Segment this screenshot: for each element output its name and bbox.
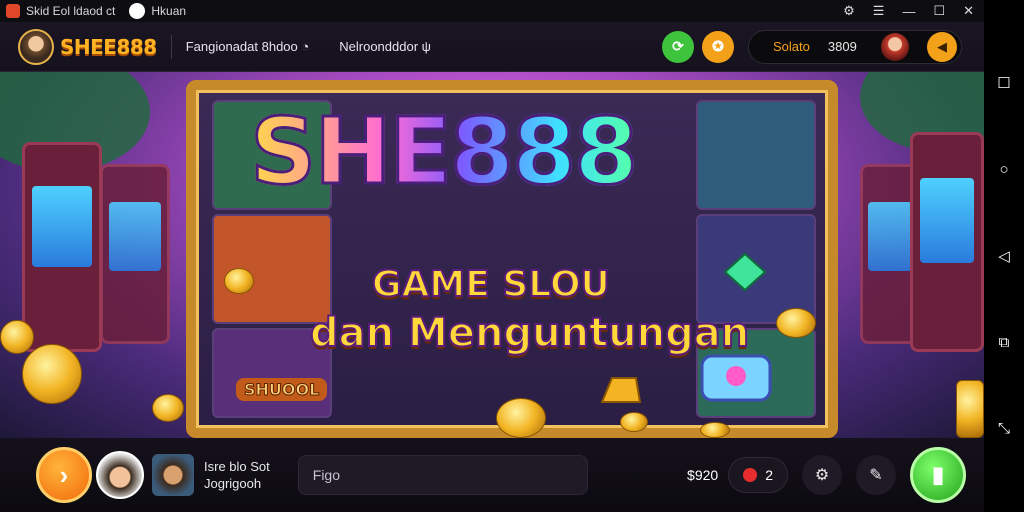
banner-subtitle: GAME SLOU xyxy=(371,263,611,306)
coin-icon xyxy=(776,308,816,338)
account-value: 3809 xyxy=(827,39,857,54)
menu-item-1-label: Fangionadat 8hdoo xyxy=(185,39,298,54)
resize-icon[interactable]: ⤡ xyxy=(996,420,1012,437)
slot-cell xyxy=(212,214,332,324)
game-info: Isre blo Sot Jogrigooh xyxy=(204,458,270,492)
refresh-icon[interactable]: ⟳ xyxy=(662,30,694,63)
account-pill[interactable]: Solato 3809 ◀ xyxy=(748,29,962,64)
coin-icon xyxy=(0,320,34,354)
game-thumbnail[interactable] xyxy=(152,454,194,496)
coin-icon xyxy=(496,398,546,438)
close-button[interactable]: ✕ xyxy=(963,3,974,19)
coin-icon xyxy=(224,268,254,294)
treasure-box-icon xyxy=(700,354,772,402)
window-title-bar: Skid Eol ldaod ct Hkuan ⚙ ☰ — ☐ ✕ xyxy=(0,0,984,22)
coin-icon xyxy=(22,344,82,404)
system-nav-bar: ☐ ○ ◁ ⧉ ⤡ xyxy=(984,0,1024,512)
banner-title: SHE888 xyxy=(248,98,639,205)
arcade-machine-image xyxy=(100,164,170,344)
gold-bar-icon xyxy=(600,377,642,403)
settings-icon[interactable]: ⚙ xyxy=(802,455,842,495)
bottom-bar: › Isre blo Sot Jogrigooh Figo $920 2 ⚙ ✎… xyxy=(0,438,984,512)
divider xyxy=(170,34,172,59)
promo-banner[interactable]: SHE888 GAME SLOU dan Menguntungan SHUOOL xyxy=(0,72,984,438)
menu-item-1-icon: ◔ xyxy=(301,39,310,54)
menu-item-2-label: Nelroondddor xyxy=(339,39,419,54)
ruby-icon xyxy=(743,468,758,482)
slot-cell xyxy=(696,100,816,210)
gem-count: 2 xyxy=(765,467,773,483)
game-title: Isre blo Sot xyxy=(204,459,270,474)
settings-icon[interactable]: ⚙ xyxy=(843,3,855,19)
maximize-button[interactable]: ☐ xyxy=(933,3,945,19)
balance-value: $920 xyxy=(687,467,719,483)
coin-icon xyxy=(700,422,730,438)
app-icon xyxy=(6,4,20,18)
user-icon xyxy=(129,3,146,19)
coin-icon[interactable]: ✪ xyxy=(702,30,734,63)
arcade-machine-image xyxy=(22,142,102,352)
coin-icon xyxy=(620,412,648,432)
sound-icon[interactable]: ◀ xyxy=(927,31,957,62)
brand-avatar-icon xyxy=(18,28,54,65)
home-icon[interactable]: ○ xyxy=(996,161,1012,178)
search-input[interactable]: Figo xyxy=(297,455,588,495)
tools-icon[interactable]: ✎ xyxy=(856,455,896,495)
menu-item-2-icon: ψ xyxy=(421,39,431,54)
play-button[interactable]: › xyxy=(36,447,92,503)
gem-icon xyxy=(723,252,767,292)
recents-icon[interactable]: ☐ xyxy=(996,75,1012,92)
window-title: Skid Eol ldaod ct xyxy=(26,4,116,18)
confirm-button[interactable]: ▮ xyxy=(910,447,966,503)
menu-icon[interactable]: ☰ xyxy=(873,3,885,19)
search-placeholder: Figo xyxy=(312,467,340,483)
app-window: Skid Eol ldaod ct Hkuan ⚙ ☰ — ☐ ✕ SHEE88… xyxy=(0,0,1024,512)
brand-name: SHEE888 xyxy=(60,34,157,59)
minimize-button[interactable]: — xyxy=(902,4,915,19)
app-header: SHEE888 Fangionadat 8hdoo ◔ Nelroondddor… xyxy=(0,22,984,72)
gem-counter[interactable]: 2 xyxy=(728,457,788,493)
header-actions: ⟳ ✪ Solato 3809 ◀ xyxy=(662,29,962,64)
menu-item-2[interactable]: Nelroondddor ψ xyxy=(339,39,431,54)
character-badge: SHUOOL xyxy=(236,378,328,401)
banner-tagline: dan Menguntungan xyxy=(309,309,750,357)
back-icon[interactable]: ◁ xyxy=(996,248,1012,265)
profile-avatar[interactable] xyxy=(881,32,909,61)
game-subtitle: Jogrigooh xyxy=(204,476,262,491)
menu-item-1[interactable]: Fangionadat 8hdoo ◔ xyxy=(186,39,310,54)
player-avatar[interactable] xyxy=(96,451,144,499)
screenshot-icon[interactable]: ⧉ xyxy=(996,334,1012,351)
window-title-secondary: Hkuan xyxy=(151,4,187,18)
coin-stack-icon xyxy=(956,380,984,438)
brand-logo[interactable]: SHEE888 xyxy=(18,28,157,65)
coin-icon xyxy=(152,394,184,422)
account-label: Solato xyxy=(773,39,810,54)
arcade-machine-image xyxy=(910,132,984,352)
window-controls: ⚙ ☰ — ☐ ✕ xyxy=(843,3,984,19)
